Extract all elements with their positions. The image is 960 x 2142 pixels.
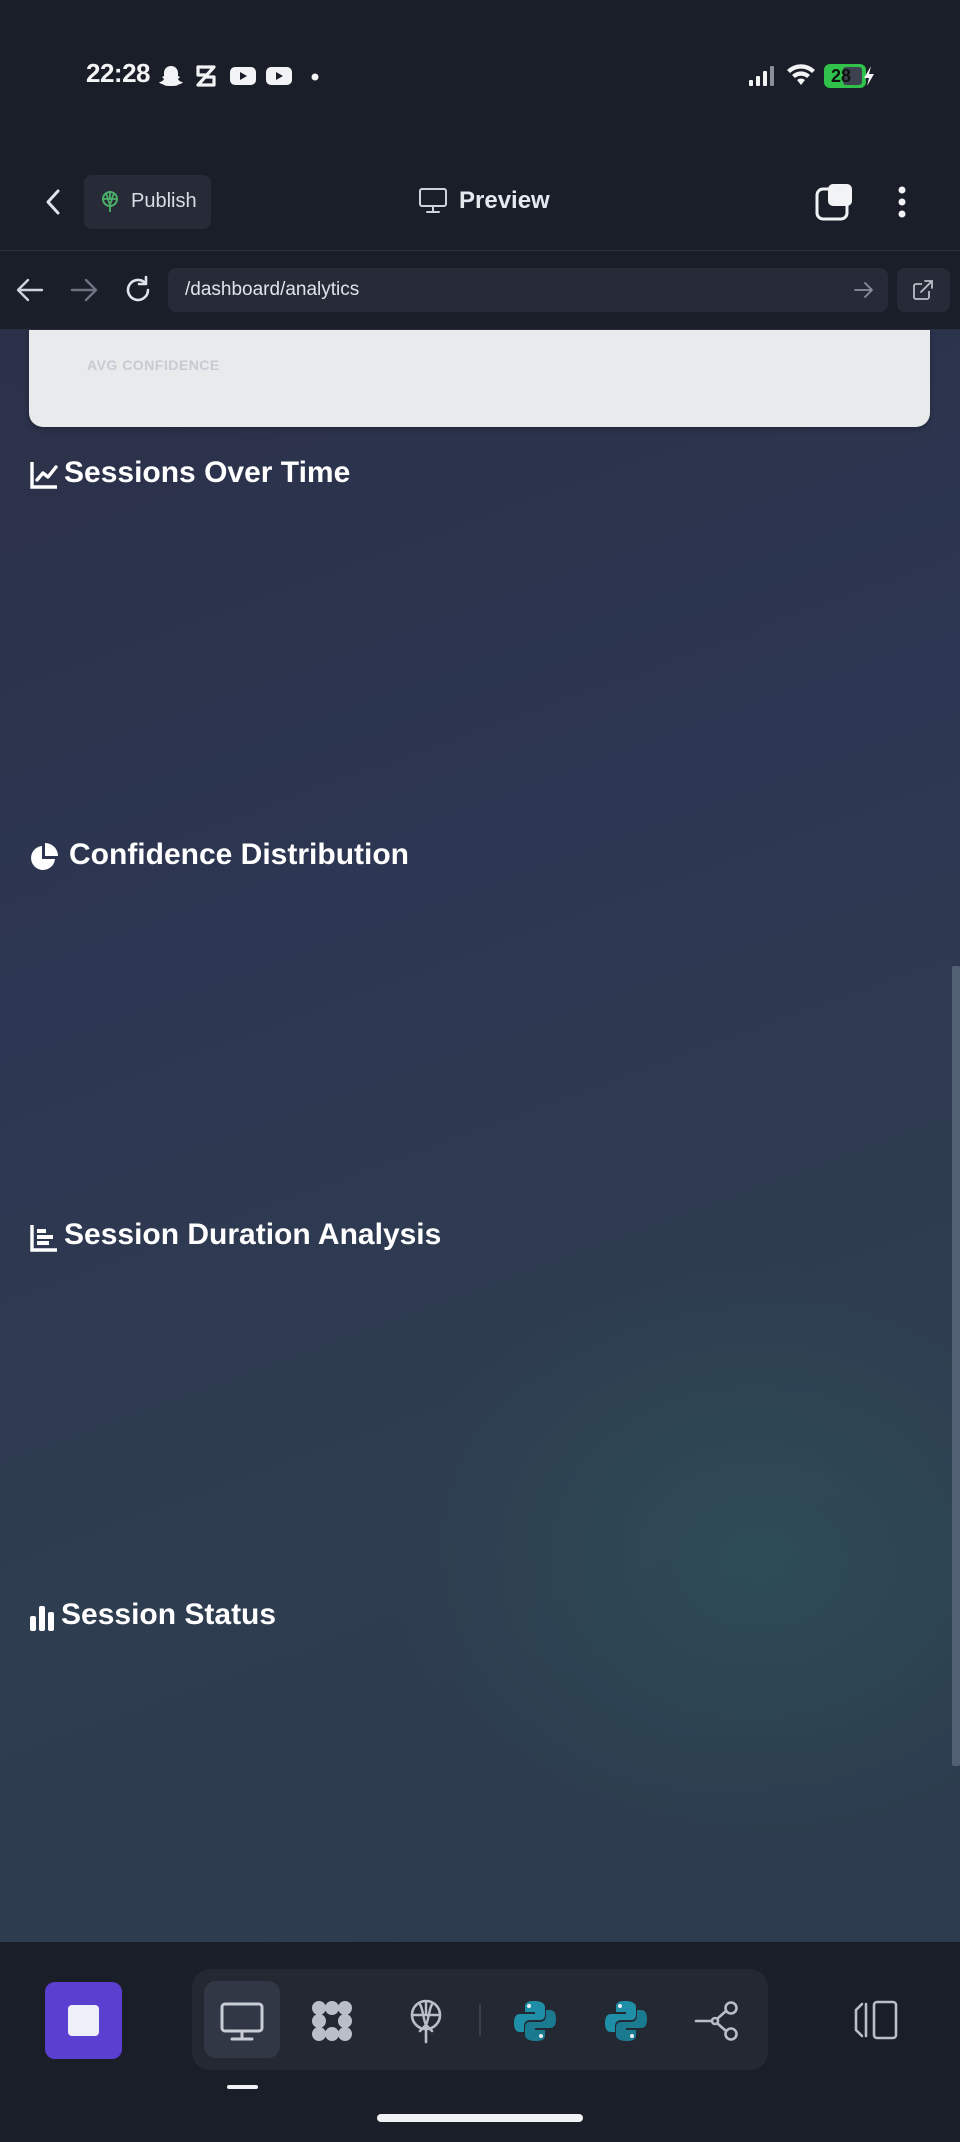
url-text: /dashboard/analytics bbox=[185, 279, 360, 300]
bar-chart-icon bbox=[30, 1606, 54, 1631]
wifi-icon bbox=[787, 64, 815, 85]
snapchat-icon bbox=[159, 66, 183, 86]
tray-divider bbox=[479, 2004, 481, 2036]
preview-title: Preview bbox=[459, 187, 550, 214]
battery-icon: 28 bbox=[824, 64, 866, 88]
zepto-icon bbox=[196, 65, 216, 87]
publish-icon bbox=[102, 191, 118, 212]
python-icon[interactable] bbox=[512, 1998, 558, 2044]
share-nodes-icon[interactable] bbox=[694, 1998, 740, 2044]
python-icon[interactable] bbox=[603, 1998, 649, 2044]
home-indicator[interactable] bbox=[377, 2114, 583, 2122]
nav-forward-arrow-icon[interactable] bbox=[68, 276, 100, 304]
horizontal-bar-chart-icon bbox=[30, 1225, 57, 1252]
pie-chart-icon bbox=[31, 843, 58, 870]
more-vertical-icon[interactable] bbox=[890, 182, 914, 222]
stop-icon bbox=[68, 2005, 99, 2036]
nav-back-arrow-icon[interactable] bbox=[14, 276, 46, 304]
reload-icon[interactable] bbox=[122, 274, 154, 306]
stat-card: AVG CONFIDENCE bbox=[29, 330, 930, 427]
section-title-sessions-over-time: Sessions Over Time bbox=[64, 456, 351, 489]
charging-bolt-icon bbox=[864, 66, 874, 86]
section-title-session-duration-analysis: Session Duration Analysis bbox=[64, 1218, 442, 1251]
section-title-session-status: Session Status bbox=[61, 1598, 277, 1631]
publish-label: Publish bbox=[131, 190, 197, 212]
tabs-icon[interactable] bbox=[815, 182, 855, 222]
youtube-icon bbox=[230, 67, 256, 85]
dot-icon bbox=[311, 73, 319, 81]
battery-level: 28 bbox=[831, 66, 852, 86]
side-panel-icon[interactable] bbox=[852, 1998, 900, 2042]
active-tool-indicator bbox=[227, 2085, 258, 2089]
status-time: 22:28 bbox=[86, 58, 151, 88]
back-chevron-icon[interactable] bbox=[34, 182, 74, 222]
stat-card-label: AVG CONFIDENCE bbox=[87, 357, 220, 373]
grid-blob-icon[interactable] bbox=[309, 1998, 355, 2044]
desktop-icon[interactable] bbox=[219, 1998, 265, 2044]
external-link-icon bbox=[913, 280, 933, 300]
section-title-confidence-distribution: Confidence Distribution bbox=[69, 838, 409, 871]
scrollbar-thumb[interactable] bbox=[952, 966, 960, 1766]
monitor-icon bbox=[419, 188, 447, 213]
deploy-icon[interactable] bbox=[403, 1998, 449, 2044]
signal-icon bbox=[749, 66, 774, 86]
go-arrow-icon[interactable] bbox=[852, 280, 876, 300]
line-chart-icon bbox=[30, 462, 58, 489]
dashboard-content: AVG CONFIDENCE Sessions Over Time Confid… bbox=[0, 330, 960, 1942]
youtube-icon bbox=[266, 67, 292, 85]
